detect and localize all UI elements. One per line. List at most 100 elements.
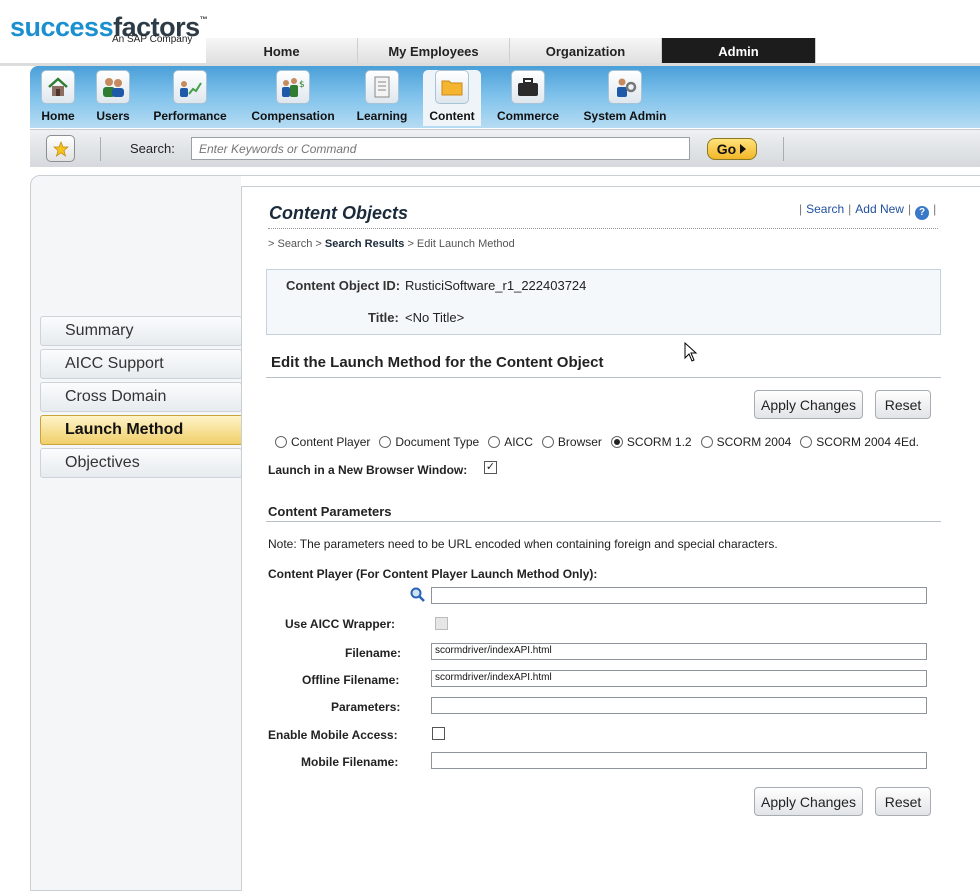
content-parameters-heading: Content Parameters (268, 504, 392, 519)
url-encoding-note: Note: The parameters need to be URL enco… (268, 537, 778, 551)
option-scorm-2004-4ed[interactable]: SCORM 2004 4Ed. (797, 435, 919, 449)
use-aicc-wrapper-checkbox (435, 617, 448, 630)
top-header: successfactors™ An SAP Company Home My E… (0, 0, 980, 66)
apply-changes-button[interactable]: Apply Changes (754, 390, 863, 419)
successfactors-logo[interactable]: successfactors™ An SAP Company (10, 5, 208, 45)
breadcrumb-search-results[interactable]: Search Results (325, 238, 404, 250)
performance-chart-icon (173, 70, 207, 104)
option-scorm-2004[interactable]: SCORM 2004 (698, 435, 792, 449)
magnifier-lookup-icon[interactable] (410, 587, 426, 603)
radio-button[interactable] (275, 436, 287, 448)
apply-changes-button-bottom[interactable]: Apply Changes (754, 787, 863, 816)
toolbar-separator (100, 137, 101, 161)
module-label: Compensation (251, 109, 335, 123)
filename-input[interactable]: scormdriver/indexAPI.html (431, 643, 927, 660)
nav-cross-domain[interactable]: Cross Domain (40, 382, 242, 412)
document-icon (365, 70, 399, 104)
help-icon[interactable]: ? (915, 206, 930, 220)
tab-organization[interactable]: Organization (510, 38, 662, 65)
add-new-link[interactable]: Add New (855, 202, 904, 216)
title-label: Title: (368, 310, 399, 325)
option-label: SCORM 1.2 (626, 435, 692, 449)
radio-button-selected[interactable] (610, 436, 623, 448)
option-label: AICC (504, 435, 533, 449)
content-player-input[interactable] (431, 587, 927, 604)
module-compensation[interactable]: $ Compensation (248, 70, 338, 126)
offline-filename-label: Offline Filename: (302, 673, 400, 687)
launch-method-options: Content Player Document Type AICC Browse… (272, 435, 925, 449)
search-bar: Search: Go (30, 129, 980, 167)
enable-mobile-access-checkbox[interactable] (432, 727, 445, 740)
module-label: Home (41, 109, 75, 123)
module-label: Content (429, 109, 475, 123)
play-arrow-icon (740, 144, 747, 154)
breadcrumb: > Search > Search Results > Edit Launch … (268, 238, 515, 250)
mobile-filename-input[interactable] (431, 752, 927, 769)
breadcrumb-search[interactable]: > Search > (268, 238, 322, 250)
go-button[interactable]: Go (707, 138, 757, 160)
logo-tagline: An SAP Company (112, 34, 193, 45)
tab-my-employees[interactable]: My Employees (358, 38, 510, 65)
module-home[interactable]: Home (34, 70, 82, 126)
module-performance[interactable]: Performance (150, 70, 230, 126)
option-browser[interactable]: Browser (539, 435, 602, 449)
reset-button[interactable]: Reset (875, 390, 931, 419)
search-link[interactable]: Search (806, 202, 844, 216)
nav-objectives[interactable]: Objectives (40, 448, 242, 478)
new-window-checkbox[interactable]: ✓ (484, 461, 497, 474)
edit-launch-heading: Edit the Launch Method for the Content O… (271, 354, 604, 371)
content-object-id-value: RusticiSoftware_r1_222403724 (405, 278, 587, 293)
users-icon (96, 70, 130, 104)
radio-button[interactable] (800, 436, 813, 448)
option-aicc[interactable]: AICC (485, 435, 533, 449)
module-commerce[interactable]: Commerce (494, 70, 562, 126)
new-window-label: Launch in a New Browser Window: (268, 463, 468, 477)
search-input[interactable] (191, 137, 690, 160)
option-label: SCORM 2004 4Ed. (816, 435, 920, 449)
folder-icon (435, 70, 469, 104)
module-content[interactable]: Content (423, 70, 481, 126)
parameters-label: Parameters: (331, 700, 401, 714)
option-label: Content Player (291, 435, 371, 449)
radio-button[interactable] (541, 436, 554, 448)
enable-mobile-access-label: Enable Mobile Access: (268, 728, 398, 742)
content-player-label: Content Player (For Content Player Launc… (268, 567, 598, 581)
tab-admin[interactable]: Admin (662, 38, 816, 65)
title-value: <No Title> (405, 310, 465, 325)
link-divider: | (907, 202, 912, 216)
option-content-player[interactable]: Content Player (272, 435, 370, 449)
parameters-input[interactable] (431, 697, 927, 714)
go-label: Go (716, 141, 737, 157)
radio-button[interactable] (700, 436, 713, 448)
content-object-id-label: Content Object ID: (286, 278, 401, 293)
logo-trademark: ™ (199, 15, 208, 24)
compensation-icon: $ (276, 70, 310, 104)
module-learning[interactable]: Learning (354, 70, 410, 126)
svg-text:$: $ (299, 80, 305, 90)
logo-word-success: success (10, 12, 114, 42)
option-label: SCORM 2004 (716, 435, 792, 449)
tab-home[interactable]: Home (206, 38, 358, 65)
nav-launch-method[interactable]: Launch Method (40, 415, 256, 446)
link-divider: | (848, 202, 852, 216)
option-label: Document Type (395, 435, 480, 449)
module-toolbar: Home Users Performance $ Compensation Le… (30, 66, 980, 128)
radio-button[interactable] (379, 436, 392, 448)
nav-summary[interactable]: Summary (40, 316, 242, 346)
search-label: Search: (130, 141, 175, 156)
mouse-cursor-icon (684, 342, 698, 362)
module-users[interactable]: Users (92, 70, 134, 126)
option-scorm-1-2[interactable]: SCORM 1.2 (608, 435, 692, 449)
favorites-button[interactable] (46, 135, 75, 162)
nav-aicc-support[interactable]: AICC Support (40, 349, 242, 379)
module-label: Users (96, 109, 130, 123)
link-divider: | (933, 202, 937, 216)
offline-filename-input[interactable]: scormdriver/indexAPI.html (431, 670, 927, 687)
module-system-admin[interactable]: System Admin (580, 70, 670, 126)
reset-button-bottom[interactable]: Reset (875, 787, 931, 816)
radio-button[interactable] (488, 436, 501, 448)
use-aicc-wrapper-label: Use AICC Wrapper: (285, 617, 396, 631)
title-divider (268, 228, 938, 229)
module-label: Learning (356, 109, 408, 123)
option-document-type[interactable]: Document Type (376, 435, 479, 449)
